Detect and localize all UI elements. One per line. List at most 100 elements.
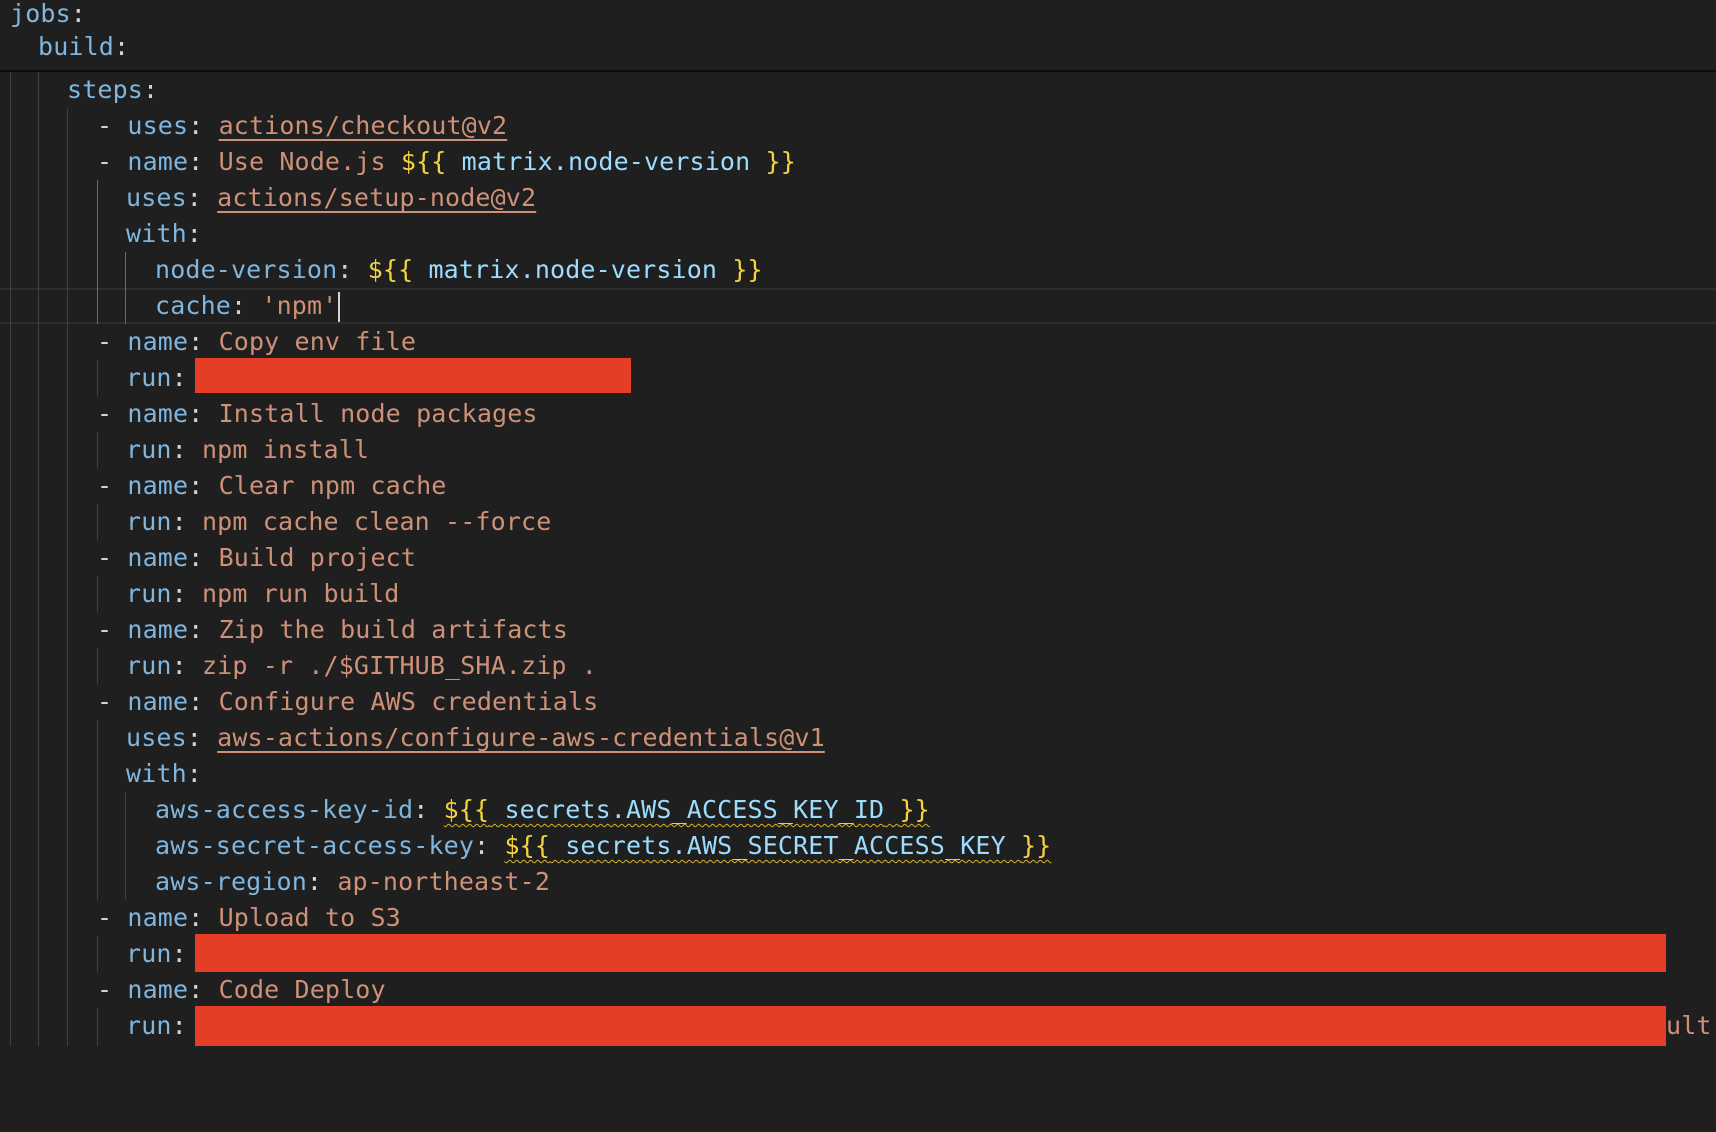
action-link[interactable]: aws-actions/configure-aws-credentials@v1 — [217, 723, 825, 752]
yaml-string: 'npm' — [261, 291, 338, 320]
expression-close: }} — [899, 795, 930, 824]
colon: : — [186, 759, 202, 788]
code-line-deploy-run[interactable]: run: — [126, 1008, 187, 1044]
warning-squiggle[interactable]: ${{ secrets.AWS_SECRET_ACCESS_KEY }} — [504, 831, 1051, 860]
yaml-key: run — [126, 507, 172, 536]
colon: : — [142, 75, 159, 104]
code-line-aws-name[interactable]: - name: Configure AWS credentials — [97, 684, 598, 720]
colon: : — [186, 183, 202, 212]
sticky-line-jobs[interactable]: jobs: — [10, 0, 86, 32]
yaml-key: name — [127, 327, 189, 356]
colon: : — [171, 507, 187, 536]
expression-variable: matrix.node-version — [428, 255, 718, 284]
expression-variable: matrix.node-version — [461, 147, 751, 176]
yaml-key: uses — [126, 723, 187, 752]
yaml-value: Code Deploy — [218, 975, 386, 1004]
code-line-clear-name[interactable]: - name: Clear npm cache — [97, 468, 446, 504]
list-dash: - — [97, 615, 113, 644]
yaml-key: uses — [127, 111, 189, 140]
yaml-key: cache — [155, 291, 231, 320]
action-link[interactable]: actions/checkout@v2 — [219, 111, 508, 140]
colon: : — [186, 723, 202, 752]
colon: : — [113, 32, 130, 61]
yaml-key: run — [126, 939, 172, 968]
code-line-node-version[interactable]: node-version: ${{ matrix.node-version }} — [155, 252, 763, 288]
code-line-aws-with[interactable]: with: — [126, 756, 202, 792]
code-line-build-name[interactable]: - name: Build project — [97, 540, 416, 576]
yaml-key: aws-region — [155, 867, 307, 896]
code-line-checkout-uses[interactable]: - uses: actions/checkout@v2 — [97, 108, 507, 144]
code-line-env-name[interactable]: - name: Copy env file — [97, 324, 416, 360]
code-line-deploy-name[interactable]: - name: Code Deploy — [97, 972, 386, 1008]
code-line-env-run[interactable]: run: — [126, 360, 187, 396]
list-dash: - — [97, 975, 113, 1004]
code-line-zip-run[interactable]: run: zip -r ./$GITHUB_SHA.zip . — [126, 648, 597, 684]
code-line-aws-access-key[interactable]: aws-access-key-id: ${{ secrets.AWS_ACCES… — [155, 792, 930, 828]
yaml-key: run — [126, 363, 172, 392]
code-line-zip-name[interactable]: - name: Zip the build artifacts — [97, 612, 568, 648]
expression-open: ${{ — [400, 147, 447, 176]
code-line-node-cache[interactable]: cache: 'npm' — [155, 288, 341, 324]
colon: : — [188, 111, 204, 140]
list-dash: - — [97, 543, 113, 572]
colon: : — [188, 615, 204, 644]
code-line-node-with[interactable]: with: — [126, 216, 202, 252]
code-line-install-name[interactable]: - name: Install node packages — [97, 396, 538, 432]
yaml-key: name — [127, 687, 189, 716]
code-line-aws-uses[interactable]: uses: aws-actions/configure-aws-credenti… — [126, 720, 825, 756]
code-line-steps[interactable]: steps: — [67, 72, 158, 108]
yaml-key: name — [127, 147, 189, 176]
code-line-s3-run[interactable]: run: — [126, 936, 187, 972]
expression-close: }} — [765, 147, 796, 176]
yaml-key: uses — [126, 183, 187, 212]
yaml-key: run — [126, 651, 172, 680]
list-dash: - — [97, 147, 113, 176]
yaml-key: aws-secret-access-key — [155, 831, 475, 860]
list-dash: - — [97, 111, 113, 140]
expression-open: ${{ — [504, 831, 551, 860]
indent-guide — [97, 648, 98, 684]
yaml-value: Clear npm cache — [218, 471, 447, 500]
code-line-node-name[interactable]: - name: Use Node.js ${{ matrix.node-vers… — [97, 144, 796, 180]
list-dash: - — [97, 471, 113, 500]
indent-guide — [125, 792, 126, 900]
redaction-box — [195, 934, 1666, 972]
colon: : — [171, 435, 187, 464]
colon: : — [188, 471, 204, 500]
colon: : — [70, 0, 86, 28]
list-dash: - — [97, 327, 113, 356]
indent-guide — [10, 70, 11, 1046]
yaml-key: with — [126, 759, 187, 788]
code-editor[interactable]: jobs: build: steps: - uses: actions/chec… — [0, 0, 1716, 1132]
code-line-build-run[interactable]: run: npm run build — [126, 576, 399, 612]
expression-open: ${{ — [443, 795, 490, 824]
code-line-s3-name[interactable]: - name: Upload to S3 — [97, 900, 401, 936]
indent-guide — [97, 360, 98, 396]
colon: : — [171, 1011, 187, 1040]
yaml-value: Configure AWS credentials — [218, 687, 599, 716]
yaml-key: with — [126, 219, 187, 248]
code-line-aws-region[interactable]: aws-region: ap-northeast-2 — [155, 864, 550, 900]
colon: : — [474, 831, 490, 860]
code-line-clear-run[interactable]: run: npm cache clean --force — [126, 504, 551, 540]
yaml-key: run — [126, 435, 172, 464]
yaml-value: Copy env file — [218, 327, 417, 356]
colon: : — [188, 147, 204, 176]
indent-guide — [38, 70, 39, 1046]
colon: : — [306, 867, 323, 896]
action-link[interactable]: actions/setup-node@v2 — [217, 183, 536, 212]
code-line-node-uses[interactable]: uses: actions/setup-node@v2 — [126, 180, 536, 216]
yaml-key: steps — [67, 75, 143, 104]
sticky-scroll-header[interactable]: jobs: build: — [0, 0, 1716, 72]
colon: : — [188, 327, 204, 356]
colon: : — [171, 651, 187, 680]
warning-squiggle[interactable]: ${{ secrets.AWS_ACCESS_KEY_ID }} — [444, 795, 930, 824]
expression-variable: secrets.AWS_ACCESS_KEY_ID — [504, 795, 885, 824]
code-line-install-run[interactable]: run: npm install — [126, 432, 369, 468]
code-line-aws-secret-key[interactable]: aws-secret-access-key: ${{ secrets.AWS_S… — [155, 828, 1051, 864]
colon: : — [171, 363, 187, 392]
sticky-line-build[interactable]: build: — [38, 29, 129, 65]
list-dash: - — [97, 687, 113, 716]
yaml-value: npm cache clean --force — [201, 507, 552, 536]
code-line-deploy-tail: ult. — [1666, 1011, 1716, 1040]
